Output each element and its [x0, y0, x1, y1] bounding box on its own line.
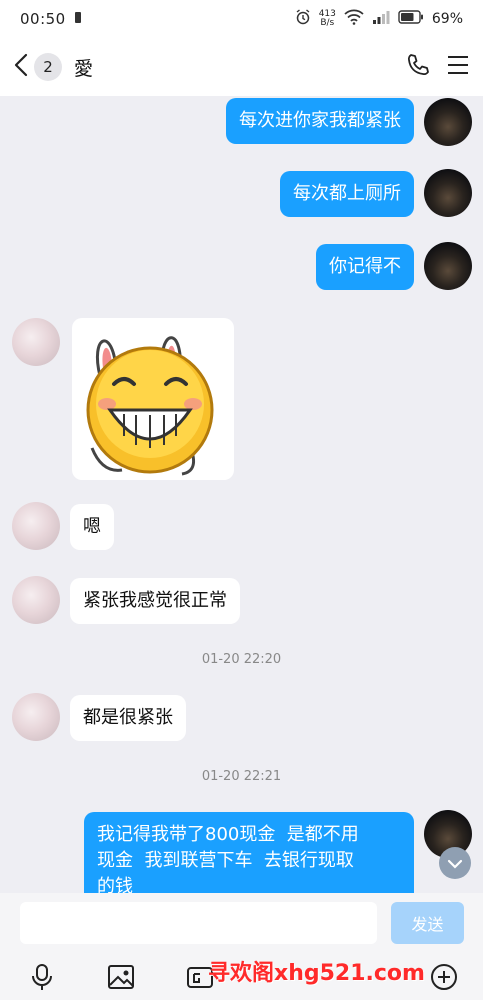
contact-name: 愛	[74, 57, 94, 80]
message-bubble-outgoing[interactable]: 每次都上厕所	[280, 171, 414, 217]
scroll-to-bottom-button[interactable]	[439, 847, 471, 879]
site-watermark: 寻欢阁xhg521.com	[208, 961, 425, 986]
message-timestamp: 01-20 22:21	[201, 769, 282, 784]
chat-header: 2 愛	[0, 38, 483, 96]
message-bubble-incoming[interactable]: 嗯	[70, 504, 114, 550]
status-bar: 00:50 413 B/s 69%	[0, 0, 483, 38]
message-bubble-outgoing[interactable]: 你记得不	[316, 244, 414, 290]
grinning-bunny-emoji	[86, 336, 214, 476]
sticker-message[interactable]	[72, 318, 234, 480]
message-input[interactable]	[20, 902, 377, 944]
signal-icon	[372, 10, 390, 29]
add-icon[interactable]	[430, 963, 458, 991]
menu-icon[interactable]	[447, 55, 469, 79]
avatar-contact[interactable]	[12, 576, 60, 624]
chevron-left-icon	[14, 53, 28, 81]
avatar-contact[interactable]	[12, 502, 60, 550]
message-timestamp: 01-20 22:20	[201, 652, 282, 667]
clock: 00:50	[20, 10, 66, 28]
avatar-self[interactable]	[424, 169, 472, 217]
battery-icon	[398, 10, 424, 28]
chevron-down-icon	[447, 854, 463, 873]
alarm-icon	[295, 9, 311, 29]
image-icon[interactable]	[107, 963, 135, 991]
phone-call-icon[interactable]	[405, 52, 431, 82]
message-list[interactable]: 每次进你家我都紧张 每次都上厕所 你记得不 嗯 紧张我感觉很正常 01-20 2…	[0, 96, 483, 893]
avatar-self[interactable]	[424, 242, 472, 290]
avatar-self[interactable]	[424, 98, 472, 146]
unread-count-badge: 2	[34, 53, 62, 81]
wifi-icon	[344, 9, 364, 29]
battery-level: 69%	[431, 11, 463, 27]
message-bubble-incoming[interactable]: 紧张我感觉很正常	[70, 578, 240, 624]
send-button[interactable]: 发送	[391, 902, 464, 944]
net-speed-unit: B/s	[320, 18, 335, 28]
net-speed: 413 B/s	[319, 10, 336, 28]
notification-icon	[74, 10, 82, 28]
avatar-contact[interactable]	[12, 318, 60, 366]
back-button[interactable]: 2	[14, 53, 62, 81]
microphone-icon[interactable]	[28, 963, 56, 991]
input-bar: 发送	[0, 893, 483, 953]
avatar-contact[interactable]	[12, 693, 60, 741]
message-bubble-outgoing[interactable]: 每次进你家我都紧张	[226, 98, 414, 144]
message-bubble-incoming[interactable]: 都是很紧张	[70, 695, 186, 741]
message-bubble-outgoing[interactable]: 我记得我带了800现金 是都不用 现金 我到联营下车 去银行现取 的钱	[84, 812, 414, 893]
